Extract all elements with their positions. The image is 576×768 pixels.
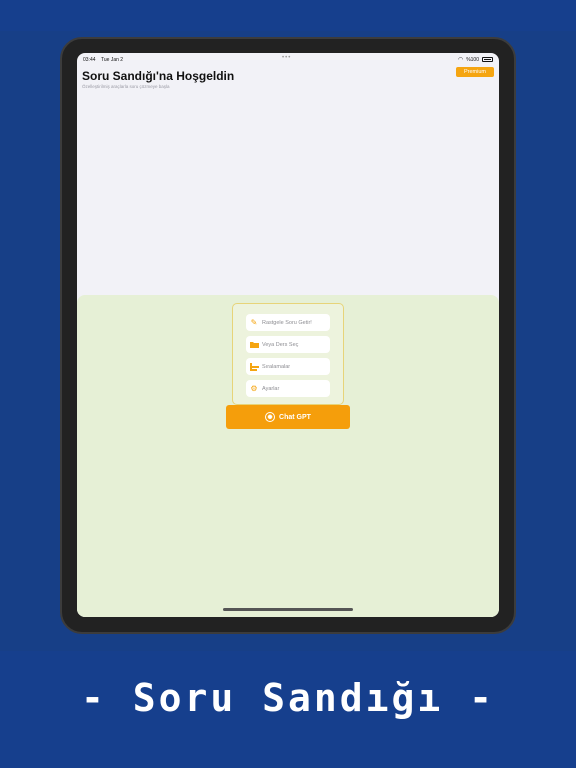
chat-gpt-label: Chat GPT bbox=[279, 413, 311, 421]
promo-banner-title: - Soru Sandığı - bbox=[80, 676, 496, 720]
status-indicators: ◠ %100 bbox=[458, 56, 493, 63]
menu-item-label: Sıralamalar bbox=[262, 363, 291, 370]
folder-icon bbox=[249, 340, 259, 350]
openai-icon: ✺ bbox=[265, 412, 276, 422]
menu-card: ✎ Rastgele Soru Getir! Veya Ders Seç Sır… bbox=[232, 303, 344, 405]
choose-subject-button[interactable]: Veya Ders Seç bbox=[246, 336, 330, 353]
app-screen: 03:44 Tue Jan 2 ••• ◠ %100 Soru Sandığı'… bbox=[77, 53, 499, 617]
page-title: Soru Sandığı'na Hoşgeldin bbox=[82, 69, 235, 83]
menu-item-label: Veya Ders Seç bbox=[262, 341, 299, 348]
battery-icon bbox=[482, 57, 493, 62]
pencil-icon: ✎ bbox=[250, 318, 258, 327]
menu-item-label: Ayarlar bbox=[262, 385, 280, 392]
premium-button[interactable]: Premium bbox=[456, 67, 494, 77]
multitask-dots[interactable]: ••• bbox=[282, 55, 291, 61]
status-date: Tue Jan 2 bbox=[101, 57, 124, 63]
home-indicator[interactable] bbox=[223, 608, 353, 611]
wifi-icon: ◠ bbox=[457, 57, 464, 63]
gear-icon: ⚙ bbox=[250, 384, 258, 393]
settings-button[interactable]: ⚙ Ayarlar bbox=[246, 380, 330, 397]
status-time: 03:44 bbox=[83, 57, 96, 63]
battery-percent: %100 bbox=[466, 56, 479, 63]
chart-icon bbox=[249, 362, 259, 372]
rankings-button[interactable]: Sıralamalar bbox=[246, 358, 330, 375]
chat-gpt-button[interactable]: ✺ Chat GPT bbox=[226, 405, 350, 429]
random-question-button[interactable]: ✎ Rastgele Soru Getir! bbox=[246, 314, 330, 331]
page-subtitle: Özelleştirilmiş araçlarla soru çözmeye b… bbox=[82, 84, 170, 89]
menu-panel: ✎ Rastgele Soru Getir! Veya Ders Seç Sır… bbox=[77, 295, 499, 617]
status-bar: 03:44 Tue Jan 2 ••• ◠ %100 bbox=[77, 53, 499, 65]
menu-item-label: Rastgele Soru Getir! bbox=[262, 319, 312, 326]
